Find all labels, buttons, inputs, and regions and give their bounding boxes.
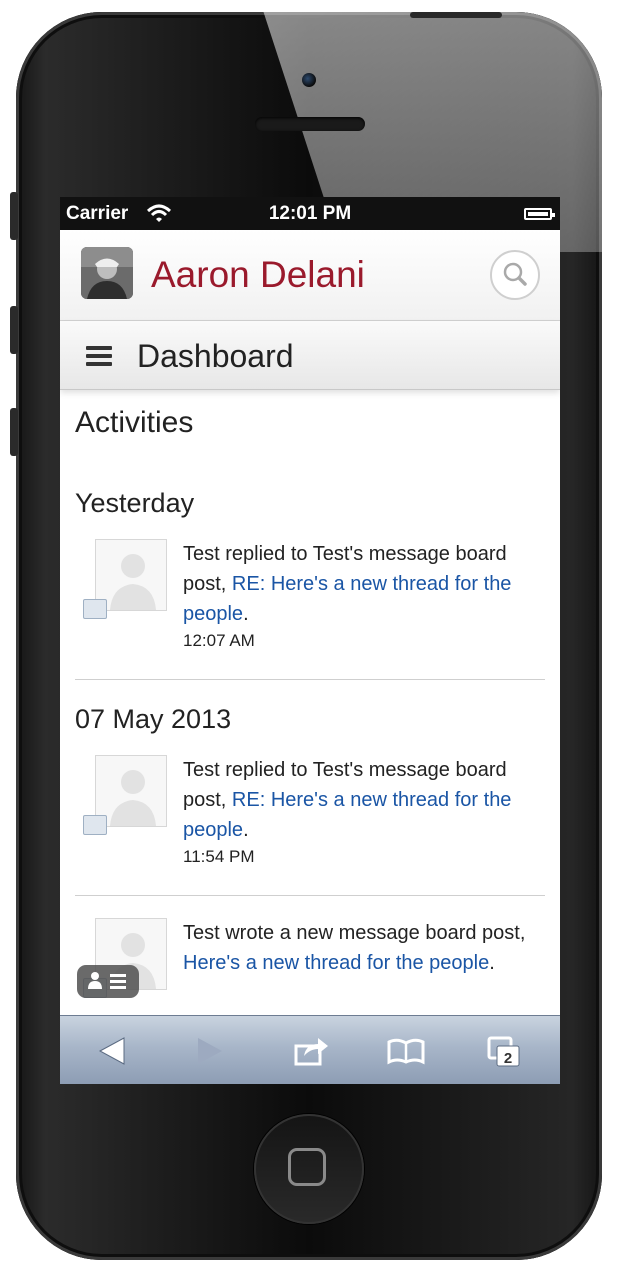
tabs-count: 2 — [504, 1050, 512, 1067]
divider — [75, 679, 545, 680]
divider — [75, 895, 545, 896]
avatar[interactable] — [81, 247, 133, 299]
earpiece-speaker — [255, 117, 365, 131]
activity-item: Test replied to Test's message board pos… — [75, 755, 545, 885]
back-icon[interactable] — [92, 1034, 132, 1068]
activity-link[interactable]: Here's a new thread for the people — [183, 952, 489, 974]
clock: 12:01 PM — [268, 203, 352, 224]
activity-text: Test wrote a new message board post, Her… — [183, 922, 526, 974]
front-camera — [302, 73, 316, 87]
screen: Carrier 12:01 PM Aaron Delani Dashboard … — [60, 197, 560, 1084]
search-icon — [503, 262, 527, 286]
group-date: Yesterday — [75, 488, 195, 518]
activity-item: Test replied to Test's message board pos… — [75, 539, 545, 669]
activity-link[interactable]: RE: Here's a new thread for the people — [183, 573, 511, 625]
activity-time: 12:07 AM — [183, 631, 255, 650]
activity-time: 11:54 PM — [183, 847, 255, 866]
user-header: Aaron Delani — [60, 230, 560, 321]
page-title: Dashboard — [137, 338, 294, 374]
activities-heading: Activities — [75, 406, 194, 439]
search-button[interactable] — [490, 250, 540, 300]
user-menu-icon — [88, 972, 126, 989]
status-bar: Carrier 12:01 PM — [60, 197, 560, 230]
activities-content: Activities Yesterday Test replied to Tes… — [75, 389, 545, 1048]
share-icon[interactable] — [292, 1034, 332, 1068]
dockbar-toggle[interactable] — [77, 965, 139, 998]
battery-icon — [524, 208, 555, 220]
menu-icon[interactable] — [86, 346, 112, 366]
browser-toolbar: 2 — [60, 1015, 560, 1084]
user-name[interactable]: Aaron Delani — [151, 254, 365, 296]
avatar-photo — [81, 247, 133, 299]
activity-text: Test replied to Test's message board pos… — [183, 543, 512, 625]
message-board-icon — [83, 599, 107, 619]
volume-down-button — [10, 408, 18, 456]
forward-icon[interactable] — [190, 1034, 230, 1068]
mute-switch — [10, 192, 18, 240]
power-button — [410, 12, 502, 18]
group-date: 07 May 2013 — [75, 704, 232, 734]
nav-bar: Dashboard — [60, 321, 560, 390]
activity-text: Test replied to Test's message board pos… — [183, 759, 512, 841]
bookmarks-icon[interactable] — [386, 1034, 426, 1068]
volume-up-button — [10, 306, 18, 354]
message-board-icon — [83, 815, 107, 835]
activity-link[interactable]: RE: Here's a new thread for the people — [183, 789, 511, 841]
home-square-icon — [288, 1148, 326, 1186]
home-button[interactable] — [254, 1114, 364, 1224]
tabs-icon[interactable]: 2 — [484, 1034, 524, 1068]
